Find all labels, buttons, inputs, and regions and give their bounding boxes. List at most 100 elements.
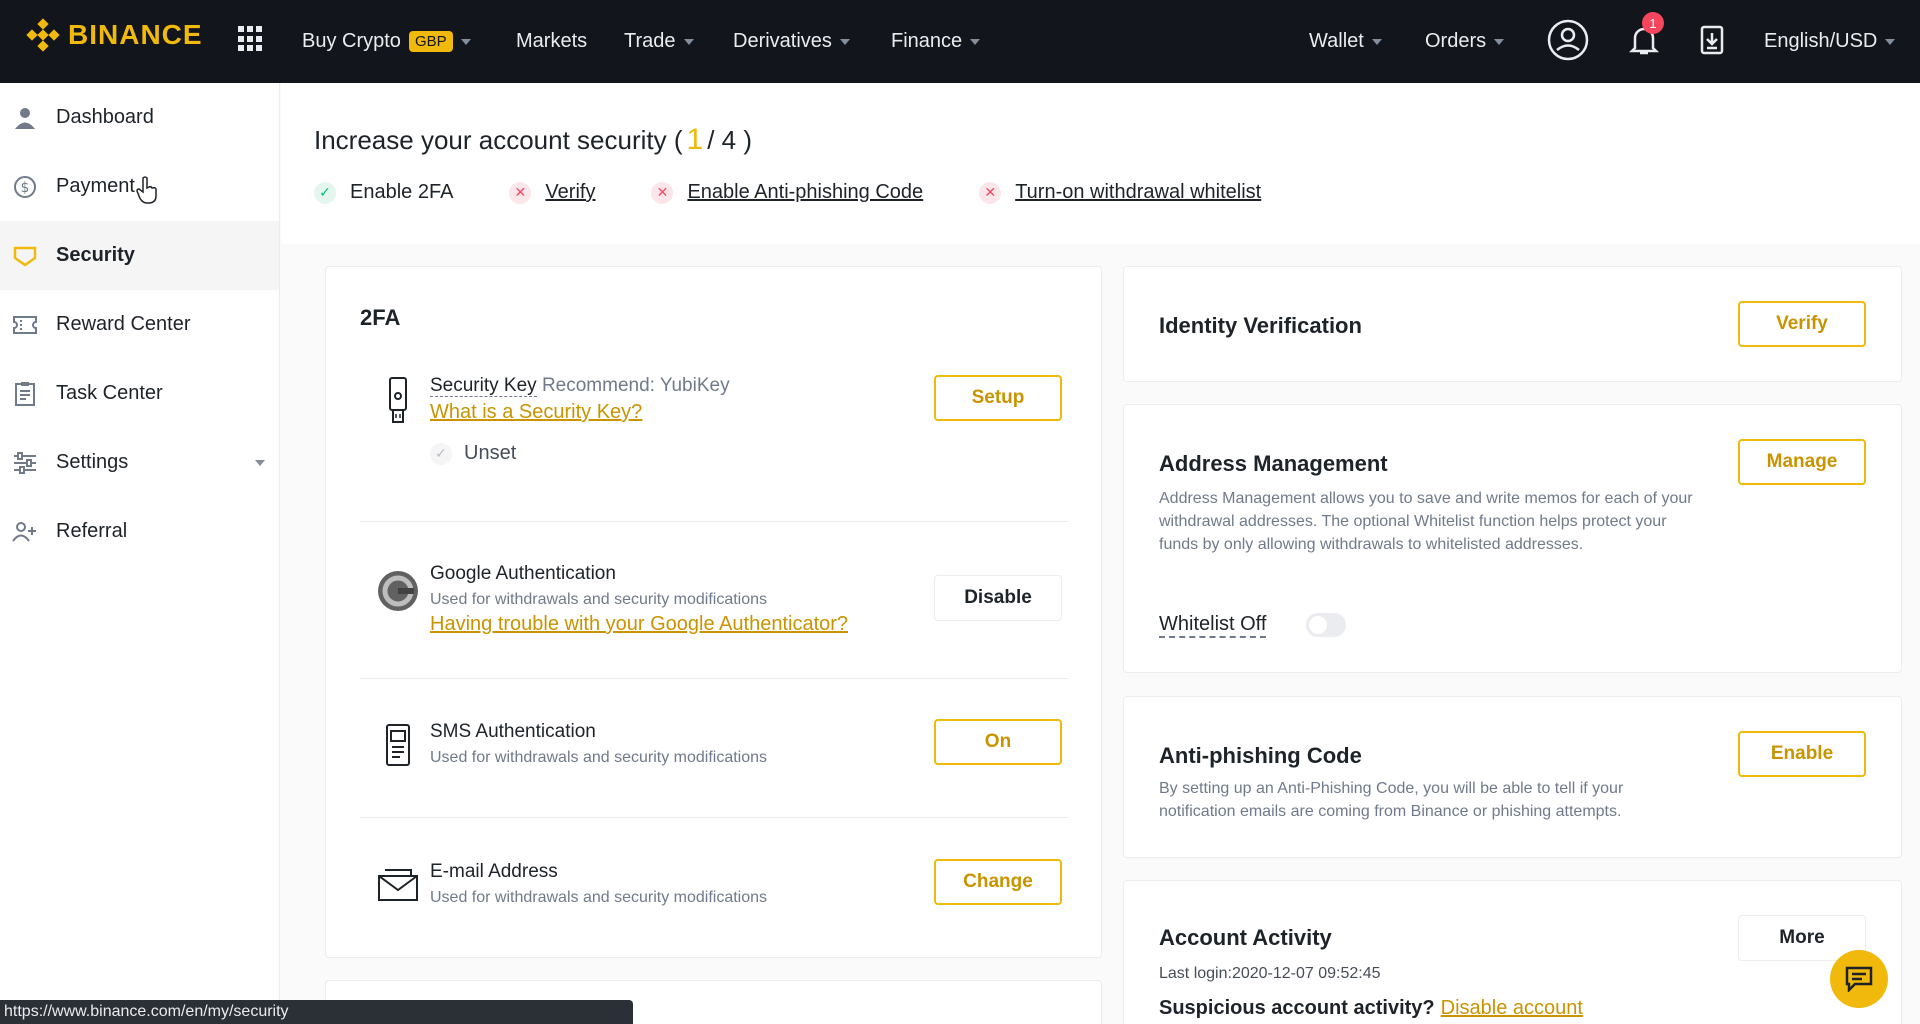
binance-diamond-icon <box>26 18 60 52</box>
divider <box>360 521 1068 522</box>
banner-title-text: Increase your account security ( <box>314 125 683 155</box>
chevron-down-icon <box>839 38 850 45</box>
sidebar-item-reward-center[interactable]: Reward Center <box>0 290 279 359</box>
chevron-down-icon <box>683 38 694 45</box>
nav-wallet-label: Wallet <box>1309 30 1364 52</box>
cross-icon: ✕ <box>979 181 1002 204</box>
security-total-count: / 4 ) <box>707 125 752 155</box>
check-icon: ✓ <box>430 442 452 465</box>
email-row: E-mail Address Used for withdrawals and … <box>360 859 1068 921</box>
check-enable-2fa: ✓ Enable 2FA <box>314 181 453 204</box>
support-chat-button[interactable] <box>1830 950 1888 1008</box>
nav-finance-label: Finance <box>891 30 963 52</box>
security-key-text: Security Key Recommend: YubiKey What is … <box>430 375 730 465</box>
nav-markets[interactable]: Markets <box>516 0 587 83</box>
currency-badge: GBP <box>408 31 453 52</box>
security-key-recommend: Recommend: YubiKey <box>541 375 730 396</box>
security-checklist: ✓ Enable 2FA ✕ Verify ✕ Enable Anti-phis… <box>314 181 1317 204</box>
chevron-down-icon <box>1371 38 1382 45</box>
whitelist-toggle[interactable] <box>1306 613 1346 637</box>
sliders-icon <box>12 450 38 476</box>
binance-logo[interactable]: BINANCE <box>26 18 203 52</box>
bell-icon[interactable]: 1 <box>1622 12 1666 62</box>
disable-account-link[interactable]: Disable account <box>1441 997 1583 1020</box>
anti-phishing-desc: By setting up an Anti-Phishing Code, you… <box>1159 780 1624 820</box>
sms-phone-icon <box>376 721 420 769</box>
nav-language[interactable]: English/USD <box>1764 0 1896 83</box>
nav-wallet[interactable]: Wallet <box>1309 0 1382 83</box>
setup-button[interactable]: Setup <box>934 375 1062 421</box>
sidebar-item-security[interactable]: Security <box>0 221 279 290</box>
check-link[interactable]: Verify <box>545 181 595 204</box>
add-user-icon <box>12 519 38 545</box>
nav-orders-label: Orders <box>1425 30 1487 52</box>
sidebar-item-referral[interactable]: Referral <box>0 497 279 566</box>
verify-button[interactable]: Verify <box>1738 301 1866 347</box>
download-app-icon[interactable] <box>1690 18 1734 62</box>
twofa-title: 2FA <box>360 305 401 330</box>
identity-title: Identity Verification <box>1159 313 1362 338</box>
security-done-count: 1 <box>686 123 704 156</box>
sidebar-item-task-center[interactable]: Task Center <box>0 359 279 428</box>
sms-auth-title: SMS Authentication <box>430 721 596 742</box>
svg-text:$: $ <box>21 180 30 196</box>
google-auth-desc: Used for withdrawals and security modifi… <box>430 591 768 608</box>
sms-auth-text: SMS Authentication Used for withdrawals … <box>430 721 767 767</box>
nav-derivatives[interactable]: Derivatives <box>733 0 850 83</box>
check-icon: ✓ <box>314 181 336 204</box>
google-auth-text: Google Authentication Used for withdrawa… <box>430 563 848 636</box>
check-verify[interactable]: ✕ Verify <box>509 181 595 204</box>
chevron-down-icon <box>1494 38 1505 45</box>
chevron-down-icon <box>970 38 981 45</box>
nav-orders[interactable]: Orders <box>1425 0 1505 83</box>
sidebar: Dashboard $ Payment Security Reward Cent… <box>0 83 280 1024</box>
account-icon[interactable] <box>1546 18 1590 62</box>
page-title: Increase your account security ( 1 / 4 ) <box>314 123 752 157</box>
nav-markets-label: Markets <box>516 30 588 52</box>
disable-button[interactable]: Disable <box>934 575 1062 621</box>
check-link[interactable]: Turn-on withdrawal whitelist <box>1015 181 1261 204</box>
check-link[interactable]: Enable Anti-phishing Code <box>687 181 923 204</box>
check-anti-phishing[interactable]: ✕ Enable Anti-phishing Code <box>651 181 923 204</box>
change-email-button[interactable]: Change <box>934 859 1062 905</box>
chevron-down-icon <box>460 38 471 45</box>
nav-language-label: English/USD <box>1764 30 1878 52</box>
sidebar-item-label: Task Center <box>56 382 163 404</box>
address-management-card: Address Management Address Management al… <box>1123 404 1902 673</box>
address-title: Address Management <box>1159 451 1388 476</box>
shield-icon <box>12 243 38 269</box>
nav-trade-label: Trade <box>624 30 676 52</box>
nav-buy-crypto[interactable]: Buy Crypto GBP <box>302 0 471 83</box>
top-navbar: BINANCE Buy Crypto GBP Markets Trade Der… <box>0 0 1920 83</box>
sidebar-item-dashboard[interactable]: Dashboard <box>0 83 279 152</box>
sidebar-item-label: Security <box>56 244 135 266</box>
cross-icon: ✕ <box>651 181 674 204</box>
brand-name: BINANCE <box>68 19 203 50</box>
google-auth-title: Google Authentication <box>430 563 616 584</box>
email-envelope-icon <box>376 861 420 909</box>
nav-derivatives-label: Derivatives <box>733 30 832 52</box>
last-login-text: Last login:2020-12-07 09:52:45 <box>1159 965 1381 982</box>
sms-on-button[interactable]: On <box>934 719 1062 765</box>
account-activity-card: Account Activity Last login:2020-12-07 0… <box>1123 880 1902 1024</box>
nav-finance[interactable]: Finance <box>891 0 981 83</box>
sidebar-item-settings[interactable]: Settings <box>0 428 279 497</box>
divider <box>360 817 1068 818</box>
manage-button[interactable]: Manage <box>1738 439 1866 485</box>
browser-status-url: https://www.binance.com/en/my/security <box>0 1000 633 1024</box>
notification-badge: 1 <box>1642 12 1664 34</box>
ticket-icon <box>12 312 38 338</box>
chevron-down-icon <box>255 460 265 466</box>
what-is-security-key-link[interactable]: What is a Security Key? <box>430 401 642 424</box>
suspicious-label: Suspicious account activity? <box>1159 997 1435 1019</box>
google-auth-trouble-link[interactable]: Having trouble with your Google Authenti… <box>430 613 848 636</box>
enable-anti-phishing-button[interactable]: Enable <box>1738 731 1866 777</box>
nav-buy-crypto-label: Buy Crypto <box>302 30 401 52</box>
apps-grid-icon[interactable] <box>238 26 264 52</box>
clipboard-icon <box>12 381 38 407</box>
nav-trade[interactable]: Trade <box>624 0 694 83</box>
email-text: E-mail Address Used for withdrawals and … <box>430 861 767 907</box>
check-withdrawal-whitelist[interactable]: ✕ Turn-on withdrawal whitelist <box>979 181 1261 204</box>
security-key-status: ✓ Unset <box>430 442 730 465</box>
security-key-row: Security Key Recommend: YubiKey What is … <box>360 375 1068 485</box>
